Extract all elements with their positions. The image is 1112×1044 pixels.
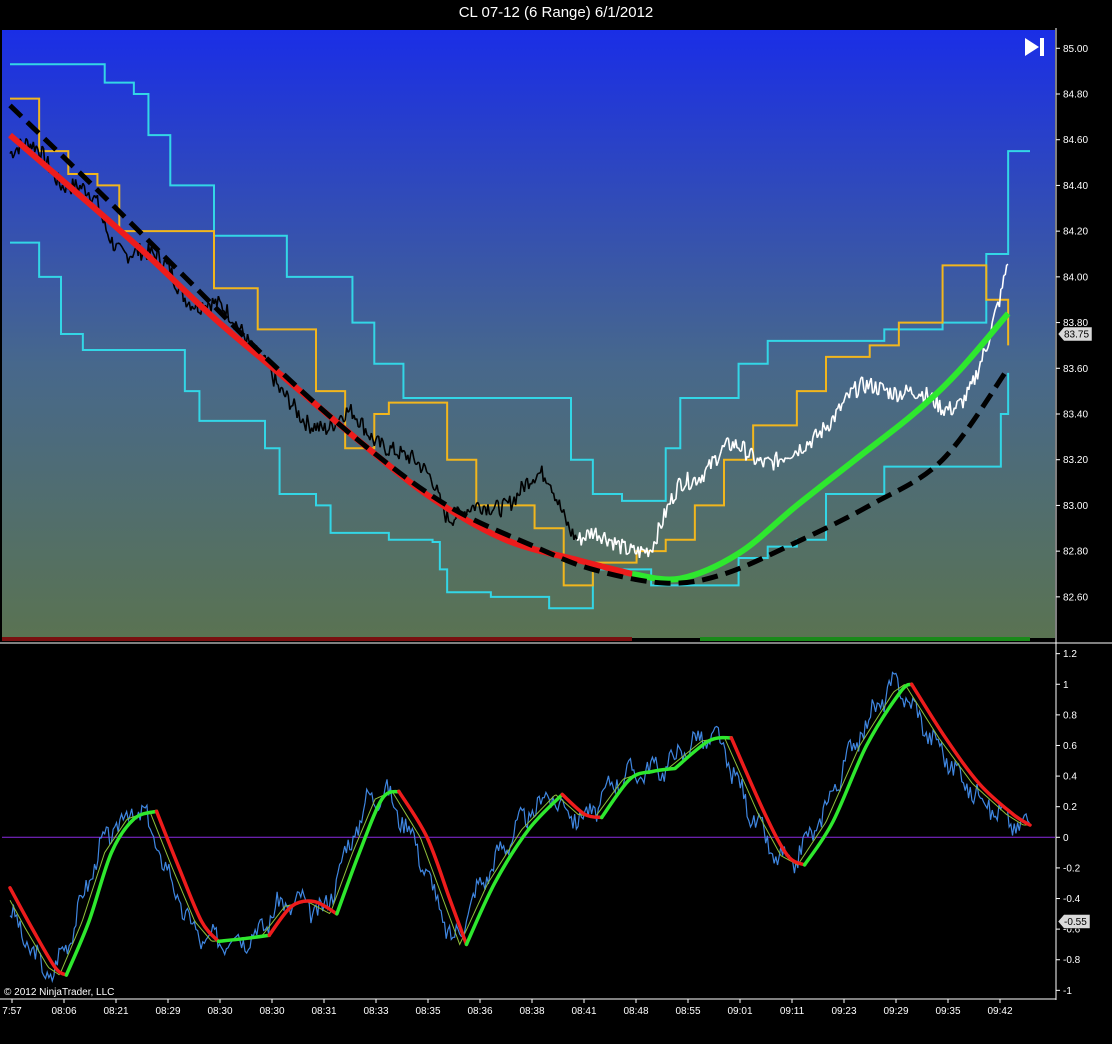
oscillator-signal-green — [673, 735, 734, 771]
price-tick-label: 84.00 — [1063, 272, 1088, 283]
osc-tick-label: -0.8 — [1063, 955, 1081, 966]
osc-tick-label: 0.4 — [1063, 772, 1077, 783]
time-tick-label: 08:33 — [363, 1006, 388, 1017]
time-tick-label: 7:57 — [2, 1006, 22, 1017]
time-tick-label: 08:30 — [207, 1006, 232, 1017]
oscillator-signal-green — [64, 809, 159, 977]
osc-tick-label: -0.2 — [1063, 863, 1081, 874]
time-tick-label: 08:41 — [571, 1006, 596, 1017]
oscillator-series-layer — [2, 671, 1055, 984]
time-tick-label: 08:48 — [623, 1006, 648, 1017]
price-tick-label: 83.40 — [1063, 410, 1088, 421]
time-tick-label: 09:29 — [883, 1006, 908, 1017]
price-axis: 85.0084.8084.6084.4084.2084.0083.8083.60… — [1056, 44, 1093, 603]
price-tick-label: 83.00 — [1063, 501, 1088, 512]
time-tick-label: 08:35 — [415, 1006, 440, 1017]
oscillator-signal-red — [909, 682, 1032, 827]
osc-tick-label: 0.2 — [1063, 802, 1077, 813]
oscillator-axis: 1.210.80.60.40.20-0.2-0.4-0.6-0.8-1-0.55 — [1056, 649, 1091, 997]
chart-svg[interactable]: 85.0084.8084.6084.4084.2084.0083.8083.60… — [0, 0, 1112, 1044]
time-tick-label: 09:11 — [780, 1006, 805, 1017]
time-tick-label: 08:38 — [519, 1006, 544, 1017]
time-axis: 7:57 08:06 08:21 08:29 08:30 08:30 08:31 08:33 0… — [2, 999, 1013, 1017]
osc-tick-label: 0 — [1063, 833, 1069, 844]
time-tick-label: 08:55 — [675, 1006, 700, 1017]
price-tick-label: 84.40 — [1063, 181, 1088, 192]
oscillator-signal-red — [154, 809, 221, 944]
time-tick-label: 08:21 — [103, 1006, 128, 1017]
price-tick-label: 82.60 — [1063, 592, 1088, 603]
time-tick-label: 08:36 — [467, 1006, 492, 1017]
time-tick-label: 09:35 — [935, 1006, 960, 1017]
osc-tick-label: -1 — [1063, 986, 1072, 997]
time-tick-label: 08:31 — [311, 1006, 336, 1017]
oscillator-signal-red — [397, 789, 469, 947]
price-tick-label: 82.80 — [1063, 547, 1088, 558]
current-osc-label: -0.55 — [1064, 917, 1087, 928]
price-tick-label: 84.80 — [1063, 90, 1088, 101]
price-tick-label: 83.60 — [1063, 364, 1088, 375]
price-tick-label: 84.20 — [1063, 227, 1088, 238]
osc-tick-label: 0.6 — [1063, 741, 1077, 752]
osc-tick-label: 1 — [1063, 680, 1069, 691]
copyright: © 2012 NinjaTrader, LLC — [4, 987, 114, 998]
current-price-label: 83.75 — [1064, 330, 1089, 341]
trend-bar-red — [2, 637, 632, 641]
osc-tick-label: 0.8 — [1063, 710, 1077, 721]
time-tick-label: 08:06 — [51, 1006, 76, 1017]
price-tick-label: 83.20 — [1063, 455, 1088, 466]
oscillator-signal-green — [464, 792, 565, 947]
osc-tick-label: -0.4 — [1063, 894, 1081, 905]
osc-tick-label: 1.2 — [1063, 649, 1077, 660]
time-tick-label: 08:29 — [155, 1006, 180, 1017]
time-tick-label: 09:23 — [831, 1006, 856, 1017]
time-tick-label: 08:30 — [259, 1006, 284, 1017]
price-tick-label: 85.00 — [1063, 44, 1088, 55]
price-tick-label: 84.60 — [1063, 135, 1088, 146]
trend-bar-green — [700, 637, 1030, 641]
time-tick-label: 09:01 — [727, 1006, 752, 1017]
time-tick-label: 09:42 — [987, 1006, 1012, 1017]
